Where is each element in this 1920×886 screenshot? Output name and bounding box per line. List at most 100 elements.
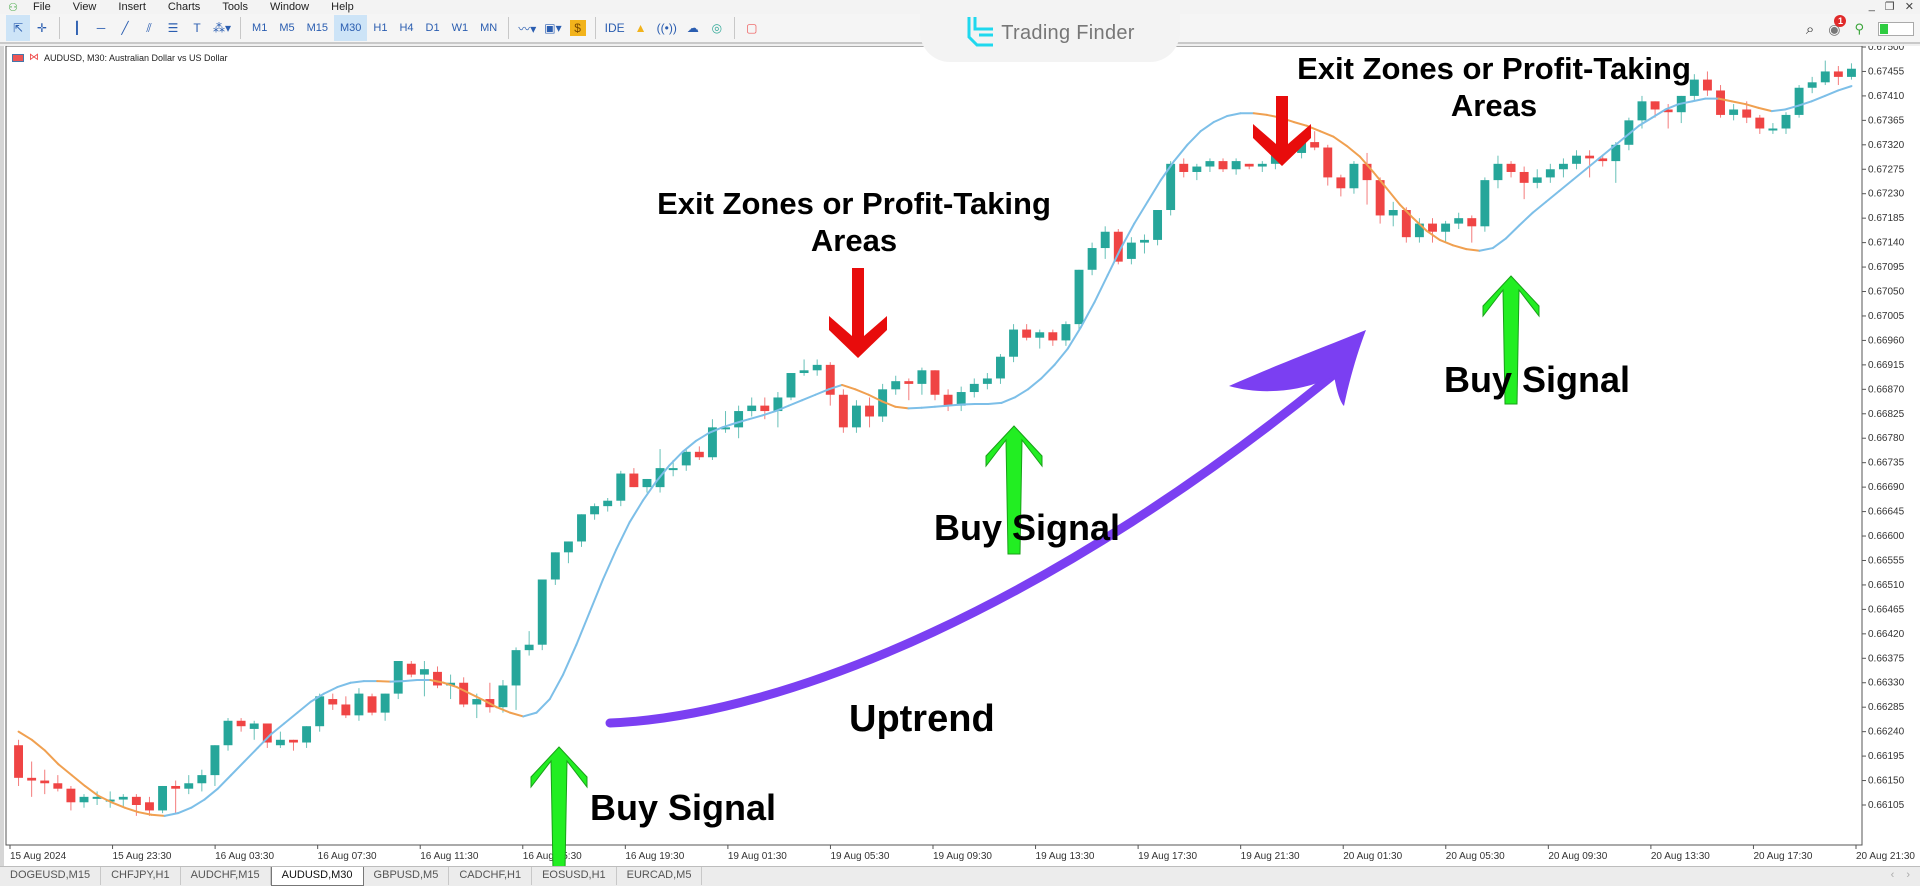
trendline-icon[interactable]: ╱	[113, 15, 137, 41]
timeframe-w1[interactable]: W1	[446, 15, 475, 41]
x-tick-label: 20 Aug 13:30	[1651, 851, 1710, 862]
tab-scroll-arrows: ‹ ›	[1891, 869, 1910, 881]
fibonacci-icon[interactable]: ☰	[161, 15, 185, 41]
toolbar-separator	[594, 17, 596, 39]
channel-icon[interactable]: ⫽	[137, 15, 161, 41]
bearish-candle	[904, 381, 914, 384]
menu-tools[interactable]: Tools	[211, 1, 259, 13]
tab-audchf-m15[interactable]: AUDCHF,M15	[181, 867, 271, 885]
bullish-candle	[1807, 82, 1817, 88]
bearish-candle	[1585, 155, 1595, 159]
bearish-candle	[1742, 109, 1752, 118]
tab-gbpusd-m5[interactable]: GBPUSD,M5	[364, 867, 450, 885]
bullish-candle	[1532, 177, 1542, 183]
market-bag-icon[interactable]: ▲	[629, 15, 653, 41]
y-tick-label: 0.66555	[1868, 555, 1905, 566]
bearish-candle	[1323, 147, 1333, 178]
notifications-button[interactable]: ◉ 1	[1828, 14, 1847, 38]
timeframe-m5[interactable]: M5	[273, 15, 300, 41]
ma-segment-falling	[376, 680, 392, 683]
price-chart[interactable]: 0.67500 0.67455 0.67410 0.67365 0.67320 0.672…	[4, 46, 1920, 866]
crosshair-icon[interactable]: ✛	[30, 15, 54, 41]
menu-window[interactable]: Window	[259, 1, 320, 13]
vps-cloud-icon[interactable]: ☁	[681, 15, 705, 41]
connection-status-bar	[1878, 22, 1914, 36]
chart-window[interactable]: ⋈ AUDUSD, M30: Australian Dollar vs US D…	[0, 46, 1920, 866]
buy-signal-label-2: Buy Signal	[934, 507, 1121, 548]
bearish-candle	[14, 745, 23, 778]
bearish-candle	[145, 802, 154, 811]
text-icon[interactable]: T	[185, 15, 209, 41]
menu-help[interactable]: Help	[320, 1, 365, 13]
x-tick-label: 19 Aug 05:30	[830, 851, 889, 862]
tab-eosusd-h1[interactable]: EOSUSD,H1	[532, 867, 617, 885]
y-tick-label: 0.66915	[1868, 360, 1905, 371]
signals-icon[interactable]: ((•))	[653, 15, 681, 41]
tab-scroll-left-icon[interactable]: ‹	[1891, 869, 1895, 881]
y-tick-label: 0.66510	[1868, 580, 1905, 591]
bullish-candle	[603, 500, 613, 507]
right-toolbar: ⌕ ◉ 1 ⚲	[1806, 14, 1920, 44]
timeframe-mn[interactable]: MN	[474, 15, 503, 41]
dollar-icon[interactable]: $	[569, 20, 586, 36]
bearish-candle	[1428, 223, 1437, 232]
y-tick-label: 0.67320	[1868, 140, 1905, 151]
trading-finder-logo-icon	[967, 17, 994, 47]
vertical-line-icon[interactable]: ┃	[65, 15, 89, 41]
tab-cadchf-h1[interactable]: CADCHF,H1	[449, 867, 533, 885]
bearish-candle	[459, 682, 469, 705]
bearish-candle	[406, 663, 416, 675]
ma-segment-rising	[987, 401, 1003, 405]
restore-button[interactable]: ❐	[1885, 0, 1895, 13]
tab-eurcad-m5[interactable]: EURCAD,M5	[617, 867, 703, 885]
bearish-candle	[1833, 71, 1843, 77]
y-tick-label: 0.66780	[1868, 433, 1905, 444]
tab-chfjpy-h1[interactable]: CHFJPY,H1	[101, 867, 181, 885]
ma-segment-rising	[402, 679, 419, 683]
bullish-candle	[734, 411, 744, 428]
templates-icon[interactable]: ▣▾	[540, 15, 565, 41]
stop-icon[interactable]: ▢	[740, 15, 764, 41]
x-tick-label: 16 Aug 03:30	[215, 851, 274, 862]
search-icon[interactable]: ⌕	[1806, 21, 1814, 38]
y-tick-label: 0.66330	[1868, 678, 1905, 689]
menu-charts[interactable]: Charts	[157, 1, 211, 13]
timeframe-m1[interactable]: M1	[246, 15, 273, 41]
menu-view[interactable]: View	[62, 1, 108, 13]
y-tick-label: 0.67410	[1868, 91, 1905, 102]
tab-scroll-right-icon[interactable]: ›	[1906, 869, 1910, 881]
ide-icon[interactable]: IDE	[601, 15, 629, 41]
tab-audusd-m30[interactable]: AUDUSD,M30	[270, 867, 364, 886]
bullish-candle	[1100, 231, 1110, 249]
timeframe-h1[interactable]: H1	[367, 15, 393, 41]
timeframe-h4[interactable]: H4	[393, 15, 419, 41]
horizontal-line-icon[interactable]: ─	[89, 15, 113, 41]
minimize-button[interactable]: _	[1869, 0, 1875, 13]
y-tick-label: 0.66285	[1868, 702, 1905, 713]
y-tick-label: 0.66375	[1868, 653, 1905, 664]
bullish-candle	[1480, 180, 1490, 227]
x-tick-label: 19 Aug 13:30	[1036, 851, 1095, 862]
timeframe-m15[interactable]: M15	[301, 15, 334, 41]
chart-tabs: DOGEUSD,M15 CHFJPY,H1 AUDCHF,M15 AUDUSD,M30…	[0, 866, 1920, 886]
menu-file[interactable]: File	[22, 1, 62, 13]
bearish-candle	[27, 777, 37, 781]
timeframe-d1[interactable]: D1	[420, 15, 446, 41]
bullish-candle	[1349, 163, 1359, 189]
x-tick-label: 20 Aug 09:30	[1548, 851, 1607, 862]
shapes-icon[interactable]: ⁂▾	[209, 15, 235, 41]
bearish-candle	[943, 394, 953, 406]
x-tick-label: 20 Aug 21:30	[1856, 851, 1915, 862]
uptrend-label: Uptrend	[849, 698, 995, 740]
timeframe-m30[interactable]: M30	[334, 15, 368, 41]
close-button[interactable]: ✕	[1905, 0, 1914, 13]
indicators-icon[interactable]: 〰▾	[514, 15, 540, 41]
cursor-icon[interactable]: ⇱	[6, 15, 30, 41]
bearish-candle	[865, 405, 874, 417]
bullish-candle	[1820, 71, 1830, 83]
menu-insert[interactable]: Insert	[107, 1, 157, 13]
radar-add-icon[interactable]: ◎	[705, 15, 729, 41]
tab-dogeusd-m15[interactable]: DOGEUSD,M15	[0, 867, 102, 885]
vps-location-icon[interactable]: ⚲	[1854, 21, 1864, 37]
exit-zone-label-1: Exit Zones or Profit-Taking Areas	[657, 186, 1051, 259]
